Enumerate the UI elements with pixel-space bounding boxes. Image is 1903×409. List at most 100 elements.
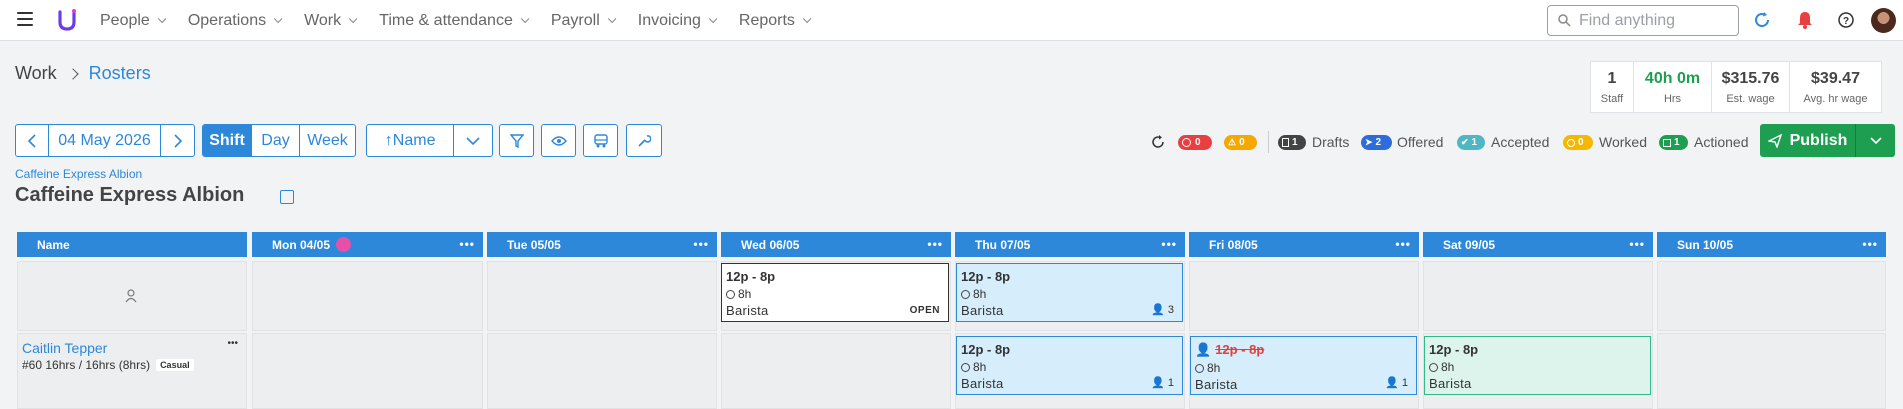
shift-card[interactable]: 12p - 8p 8h Barista 👤 1 (956, 336, 1183, 395)
shift-card-open[interactable]: 12p - 8p 8h Barista 👤 3 (956, 263, 1183, 322)
vehicle-icon (593, 133, 608, 147)
shift-time: 12p - 8p (961, 269, 1011, 284)
add-person-icon[interactable] (125, 289, 139, 303)
menu-payroll[interactable]: Payroll (551, 12, 617, 30)
column-header-wed[interactable]: Wed 06/05 ••• (721, 232, 951, 257)
search-box[interactable] (1547, 5, 1739, 36)
day-cell[interactable] (487, 261, 717, 331)
day-cell[interactable] (1423, 261, 1653, 331)
search-input[interactable] (1579, 11, 1729, 30)
error-badge[interactable]: 0 (1178, 135, 1212, 150)
more-icon[interactable]: ••• (927, 237, 943, 251)
shift-card-cancelled[interactable]: 👤 12p - 8p 8h Barista 👤 1 (1190, 336, 1417, 395)
view-week-button[interactable]: Week (300, 125, 355, 156)
day-cell[interactable] (1189, 261, 1419, 331)
column-header-name[interactable]: Name (17, 232, 247, 257)
day-cell[interactable] (252, 333, 483, 409)
column-header-tue[interactable]: Tue 05/05 ••• (487, 232, 717, 257)
warning-icon: ⚠ (1228, 137, 1237, 147)
menu-people[interactable]: People (100, 12, 167, 30)
chevron-right-icon (174, 133, 182, 148)
bell-icon[interactable] (1795, 10, 1815, 30)
chevron-down-icon (273, 14, 283, 23)
app-logo-icon[interactable] (57, 8, 79, 32)
day-cell[interactable] (1657, 333, 1886, 409)
more-icon[interactable]: ••• (1395, 237, 1411, 251)
publish-label: Publish (1789, 131, 1848, 149)
help-icon[interactable]: ? (1836, 10, 1856, 30)
publish-button[interactable]: Publish (1760, 124, 1856, 157)
more-icon[interactable]: ••• (1629, 237, 1645, 251)
sort-dropdown-button[interactable] (454, 125, 492, 156)
clock-icon (726, 289, 735, 299)
view-shift-button[interactable]: Shift (203, 125, 252, 156)
view-day-button[interactable]: Day (252, 125, 300, 156)
chevron-down-icon (466, 136, 480, 145)
menu-work[interactable]: Work (304, 12, 358, 30)
shift-time: 👤 12p - 8p (1195, 342, 1265, 357)
breadcrumb-work[interactable]: Work (15, 63, 57, 84)
actioned-count: 1 (1674, 137, 1680, 148)
view-toggle: Shift Day Week (202, 124, 356, 157)
transport-button[interactable] (583, 124, 618, 157)
summary-avg-wage-value: $39.47 (1811, 69, 1860, 87)
refresh-icon[interactable] (1148, 132, 1168, 152)
send-icon (1767, 133, 1782, 148)
warning-badge[interactable]: ⚠ 0 (1224, 135, 1257, 150)
menu-time-attendance[interactable]: Time & attendance (379, 12, 530, 30)
more-icon[interactable]: ••• (1161, 237, 1177, 251)
chevron-left-icon (27, 133, 36, 148)
day-cell[interactable] (252, 261, 483, 331)
sort-control: ↑Name (366, 124, 493, 157)
more-icon[interactable]: ••• (693, 237, 709, 251)
actioned-badge[interactable]: 1 (1659, 135, 1688, 150)
person-icon: 👤 (1151, 304, 1165, 316)
chevron-down-icon (1869, 136, 1882, 144)
column-header-sat[interactable]: Sat 09/05 ••• (1423, 232, 1653, 257)
menu-invoicing[interactable]: Invoicing (638, 12, 718, 30)
chevron-down-icon (520, 14, 530, 23)
shift-time: 12p - 8p (1429, 342, 1479, 357)
more-icon[interactable]: ••• (459, 237, 475, 251)
column-header-fri[interactable]: Fri 08/05 ••• (1189, 232, 1419, 257)
day-cell[interactable] (487, 333, 717, 409)
shift-card-open[interactable]: 12p - 8p 8h Barista OPEN (721, 263, 949, 322)
sort-name-button[interactable]: ↑Name (367, 125, 455, 156)
drafts-badge[interactable]: 1 (1278, 135, 1306, 150)
worked-badge[interactable]: 0 (1563, 135, 1593, 150)
prev-week-button[interactable] (16, 125, 49, 156)
more-icon[interactable]: ••• (1862, 237, 1878, 251)
filter-button[interactable] (499, 124, 534, 157)
accepted-badge[interactable]: ✔ 1 (1457, 135, 1485, 150)
offered-badge[interactable]: ➤ 2 (1361, 135, 1392, 150)
svg-text:?: ? (1843, 16, 1849, 27)
tools-button[interactable] (626, 124, 662, 157)
more-icon[interactable]: ••• (227, 338, 238, 349)
column-header-mon[interactable]: Mon 04/05 ••• (252, 232, 483, 257)
visibility-button[interactable] (541, 124, 576, 157)
shift-card-accepted[interactable]: 12p - 8p 8h Barista (1424, 336, 1651, 395)
date-picker-button[interactable]: 04 May 2026 (49, 125, 162, 156)
staff-name-link[interactable]: Caitlin Tepper (22, 340, 107, 356)
menu-operations[interactable]: Operations (188, 12, 283, 30)
day-cell[interactable] (1657, 261, 1886, 331)
divider (1268, 131, 1269, 153)
summary-est-wage-label: Est. wage (1726, 92, 1775, 105)
user-avatar[interactable] (1871, 8, 1896, 33)
employment-type-badge: Casual (156, 359, 194, 371)
publish-dropdown-button[interactable] (1856, 136, 1895, 145)
shift-role: Barista (1429, 376, 1472, 391)
location-link[interactable]: Caffeine Express Albion (15, 167, 142, 181)
breadcrumb-rosters[interactable]: Rosters (89, 63, 151, 84)
person-icon: 👤 (1385, 377, 1399, 389)
column-header-thu[interactable]: Thu 07/05 ••• (955, 232, 1185, 257)
day-cell[interactable] (721, 333, 951, 409)
accepted-count: 1 (1471, 137, 1478, 148)
column-header-sun[interactable]: Sun 10/05 ••• (1657, 232, 1886, 257)
edit-location-icon[interactable] (280, 190, 294, 204)
sync-icon[interactable] (1752, 10, 1772, 30)
check-icon: ✔ (1461, 137, 1469, 147)
menu-reports[interactable]: Reports (739, 12, 812, 30)
hamburger-menu-icon[interactable] (17, 12, 33, 26)
next-week-button[interactable] (161, 125, 194, 156)
